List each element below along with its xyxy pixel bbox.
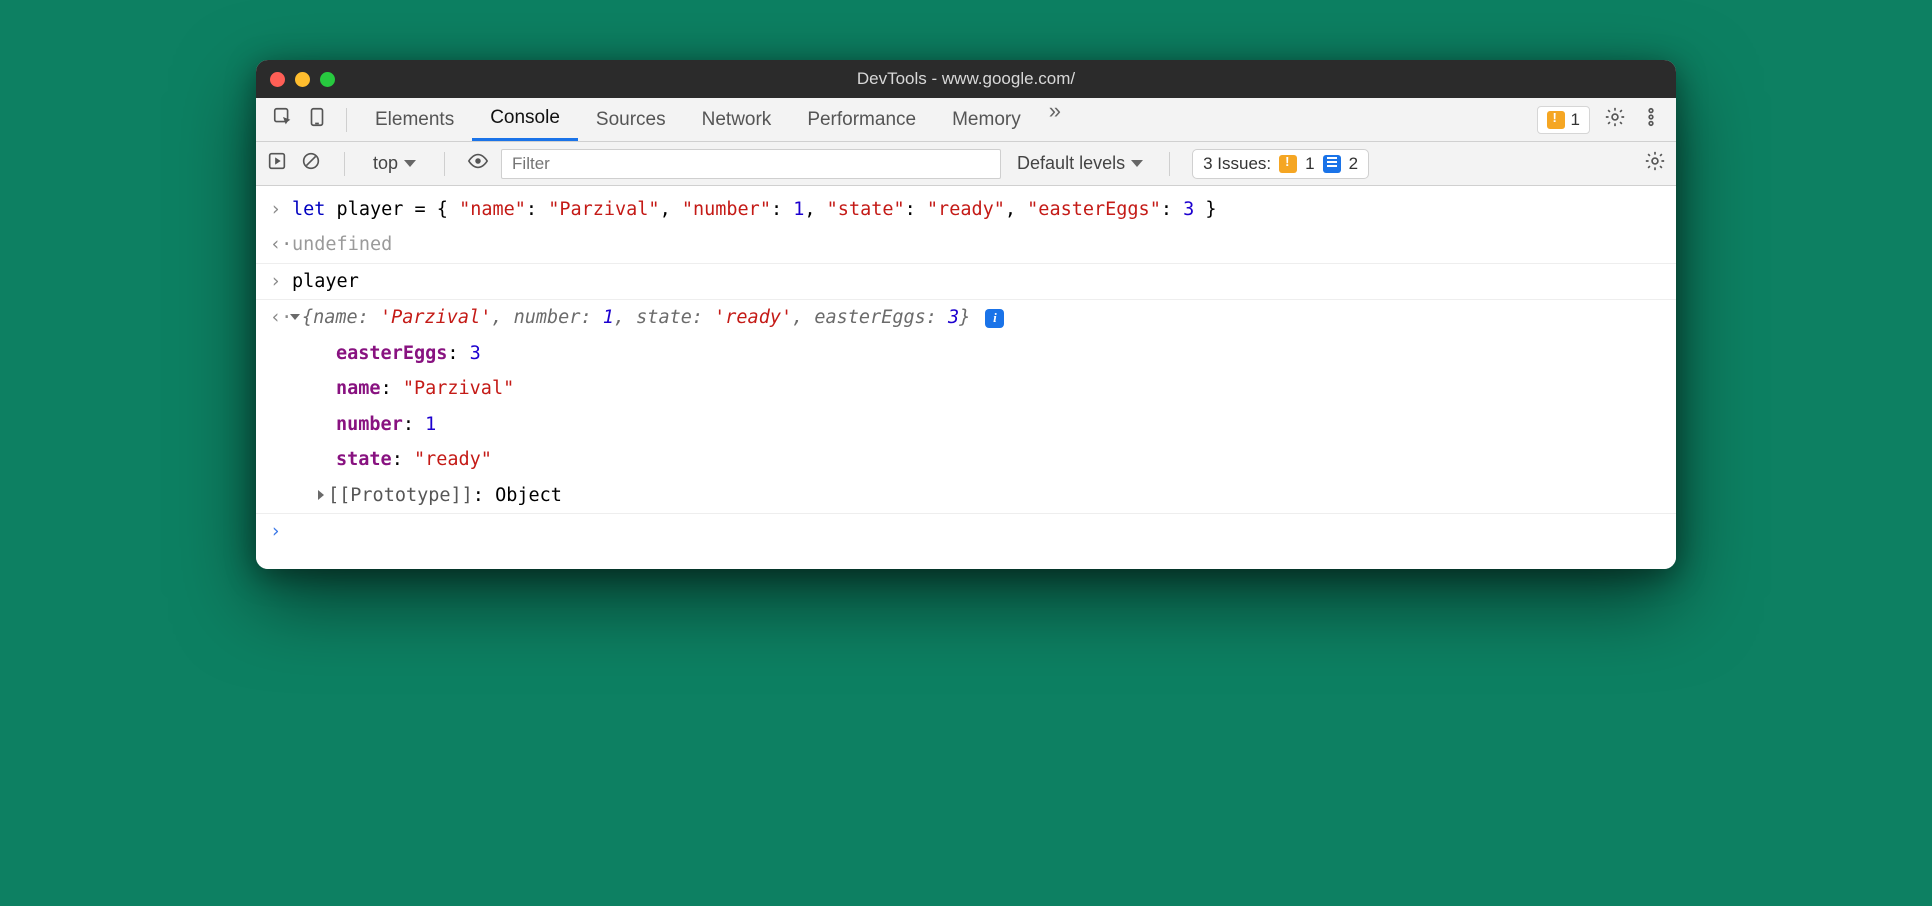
input-chevron-icon: › (270, 194, 292, 225)
console-body[interactable]: › let player = { "name": "Parzival", "nu… (256, 186, 1676, 569)
live-expression-icon[interactable] (467, 150, 489, 178)
tab-elements[interactable]: Elements (357, 98, 472, 141)
issues-info-count: 2 (1349, 154, 1358, 174)
console-output-row: ‹· undefined (256, 227, 1676, 262)
console-output-row[interactable]: ‹· {name: 'Parzival', number: 1, state: … (256, 299, 1676, 335)
console-prompt[interactable]: › (256, 513, 1676, 549)
tab-sources[interactable]: Sources (578, 98, 684, 141)
object-summary[interactable]: {name: 'Parzival', number: 1, state: 're… (292, 302, 1662, 333)
console-input-text: let player = { "name": "Parzival", "numb… (292, 194, 1662, 225)
device-toolbar-icon[interactable] (306, 106, 328, 134)
warning-count: 1 (1571, 110, 1580, 130)
tab-performance[interactable]: Performance (789, 98, 934, 141)
separator (344, 152, 345, 176)
tabs-overflow-icon[interactable]: » (1039, 98, 1071, 141)
console-settings-gear-icon[interactable] (1644, 150, 1666, 178)
toggle-sidebar-icon[interactable] (266, 150, 288, 178)
issues-pill[interactable]: 3 Issues: 1 2 (1192, 149, 1369, 179)
clear-console-icon[interactable] (300, 150, 322, 178)
output-undefined: undefined (292, 229, 1662, 260)
tab-console[interactable]: Console (472, 98, 578, 141)
separator (346, 108, 347, 132)
titlebar: DevTools - www.google.com/ (256, 60, 1676, 98)
separator (1169, 152, 1170, 176)
panel-tabbar: Elements Console Sources Network Perform… (256, 98, 1676, 142)
issues-label: 3 Issues: (1203, 154, 1271, 174)
object-property-row[interactable]: easterEggs: 3 (256, 336, 1676, 371)
object-property-row[interactable]: name: "Parzival" (256, 371, 1676, 406)
input-chevron-icon: › (270, 266, 292, 297)
filter-input[interactable] (501, 149, 1001, 179)
devtools-window: DevTools - www.google.com/ Elements Cons… (256, 60, 1676, 569)
tab-memory[interactable]: Memory (934, 98, 1039, 141)
levels-label: Default levels (1017, 153, 1125, 174)
info-badge-icon[interactable]: i (985, 309, 1004, 328)
info-icon (1323, 155, 1341, 173)
prompt-input[interactable] (292, 516, 1662, 547)
console-toolbar: top Default levels 3 Issues: 1 2 (256, 142, 1676, 186)
object-property-row[interactable]: state: "ready" (256, 442, 1676, 477)
chevron-down-icon (1131, 160, 1143, 167)
traffic-lights (270, 72, 335, 87)
panel-tabs: Elements Console Sources Network Perform… (357, 98, 1071, 141)
chevron-down-icon (404, 160, 416, 167)
context-label: top (373, 153, 398, 174)
console-input-row[interactable]: › player (256, 263, 1676, 299)
console-input-row[interactable]: › let player = { "name": "Parzival", "nu… (256, 192, 1676, 227)
warnings-badge[interactable]: 1 (1537, 106, 1590, 134)
zoom-icon[interactable] (320, 72, 335, 87)
disclosure-triangle-icon[interactable] (318, 490, 324, 500)
more-menu-icon[interactable] (1640, 106, 1662, 134)
disclosure-triangle-icon[interactable] (290, 314, 300, 320)
close-icon[interactable] (270, 72, 285, 87)
output-chevron-icon: ‹· (270, 229, 292, 260)
settings-gear-icon[interactable] (1604, 106, 1626, 134)
warning-icon (1547, 111, 1565, 129)
log-levels-selector[interactable]: Default levels (1013, 153, 1147, 174)
context-selector[interactable]: top (367, 150, 422, 177)
output-chevron-icon: ‹· (270, 302, 292, 333)
object-property-row[interactable]: number: 1 (256, 407, 1676, 442)
separator (444, 152, 445, 176)
prompt-chevron-icon: › (270, 516, 292, 547)
inspect-element-icon[interactable] (272, 106, 294, 134)
issues-warn-count: 1 (1305, 154, 1314, 174)
console-input-text: player (292, 266, 1662, 297)
window-title: DevTools - www.google.com/ (256, 69, 1676, 89)
warning-icon (1279, 155, 1297, 173)
minimize-icon[interactable] (295, 72, 310, 87)
object-prototype-row[interactable]: [[Prototype]]: Object (256, 478, 1676, 513)
tab-network[interactable]: Network (684, 98, 790, 141)
